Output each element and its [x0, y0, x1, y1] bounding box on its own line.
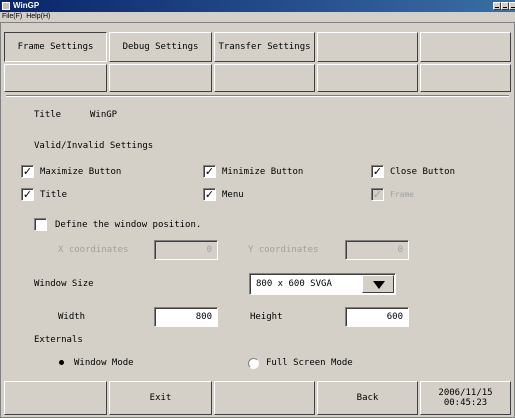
define-position-label: Define the window position.: [55, 220, 202, 230]
window-size-label: Window Size: [34, 279, 94, 289]
title-checkbox-label: Title: [40, 190, 68, 200]
title-label: Title: [34, 110, 62, 120]
x-coordinates-label: X coordinates: [58, 245, 129, 255]
frame-checkbox-label: Frame: [390, 190, 415, 199]
menu-checkbox-label: Menu: [222, 190, 244, 200]
close-window-button[interactable]: [509, 2, 515, 10]
close-button-label: Close Button: [390, 167, 456, 177]
window-size-value: 800 x 600 SVGA: [256, 279, 332, 289]
y-coordinates-field: 0: [345, 240, 409, 260]
window-mode-radio[interactable]: [57, 358, 68, 369]
exit-button[interactable]: Exit: [109, 381, 212, 415]
frame-checkbox: ✓: [371, 188, 384, 201]
back-button[interactable]: Back: [317, 381, 418, 415]
tab-frame-settings[interactable]: Frame Settings: [4, 32, 107, 62]
menu-help[interactable]: Help(H): [26, 13, 50, 20]
footer-blank-3[interactable]: [214, 381, 315, 415]
dropdown-arrow-icon[interactable]: [362, 275, 394, 293]
maximize-window-button[interactable]: [501, 2, 509, 10]
blank-button-5[interactable]: [420, 64, 511, 92]
valid-invalid-heading: Valid/Invalid Settings: [34, 141, 154, 151]
clock-time: 00:45:23: [443, 398, 488, 408]
tab-empty-4[interactable]: [317, 32, 418, 62]
define-position-checkbox[interactable]: [34, 218, 47, 231]
maximize-button-checkbox[interactable]: ✓: [21, 165, 34, 178]
width-label: Width: [58, 312, 86, 322]
title-value: WinGP: [90, 110, 118, 120]
minimize-button-label: Minimize Button: [222, 167, 304, 177]
y-coordinates-label: Y coordinates: [248, 245, 319, 255]
close-button-checkbox[interactable]: ✓: [371, 165, 384, 178]
blank-button-4[interactable]: [317, 64, 418, 92]
window-title: WinGP: [13, 1, 40, 10]
height-label: Height: [250, 312, 283, 322]
menu-bar: File(F) Help(H): [0, 12, 515, 22]
window-mode-label: Window Mode: [74, 358, 134, 368]
x-coordinates-field: 0: [154, 240, 218, 260]
app-icon: [2, 2, 10, 10]
height-field[interactable]: 600: [345, 307, 409, 327]
window-size-select[interactable]: 800 x 600 SVGA: [249, 273, 396, 295]
title-bar: WinGP: [0, 0, 515, 12]
maximize-button-label: Maximize Button: [40, 167, 122, 177]
full-screen-mode-label: Full Screen Mode: [266, 358, 353, 368]
section-divider: [6, 95, 509, 97]
externals-heading: Externals: [34, 335, 83, 345]
title-checkbox[interactable]: ✓: [21, 188, 34, 201]
minimize-button-checkbox[interactable]: ✓: [203, 165, 216, 178]
tab-debug-settings[interactable]: Debug Settings: [109, 32, 212, 62]
blank-button-1[interactable]: [4, 64, 107, 92]
blank-button-3[interactable]: [214, 64, 315, 92]
tab-empty-5[interactable]: [420, 32, 511, 62]
tab-transfer-settings[interactable]: Transfer Settings: [214, 32, 315, 62]
menu-file[interactable]: File(F): [2, 13, 22, 20]
clock-display: 2006/11/15 00:45:23: [420, 381, 511, 415]
footer-blank-1[interactable]: [4, 381, 107, 415]
width-field[interactable]: 800: [154, 307, 218, 327]
full-screen-mode-radio[interactable]: [248, 358, 259, 369]
clock-date: 2006/11/15: [438, 388, 493, 398]
blank-button-2[interactable]: [109, 64, 212, 92]
minimize-window-button[interactable]: [493, 2, 501, 10]
menu-checkbox[interactable]: ✓: [203, 188, 216, 201]
